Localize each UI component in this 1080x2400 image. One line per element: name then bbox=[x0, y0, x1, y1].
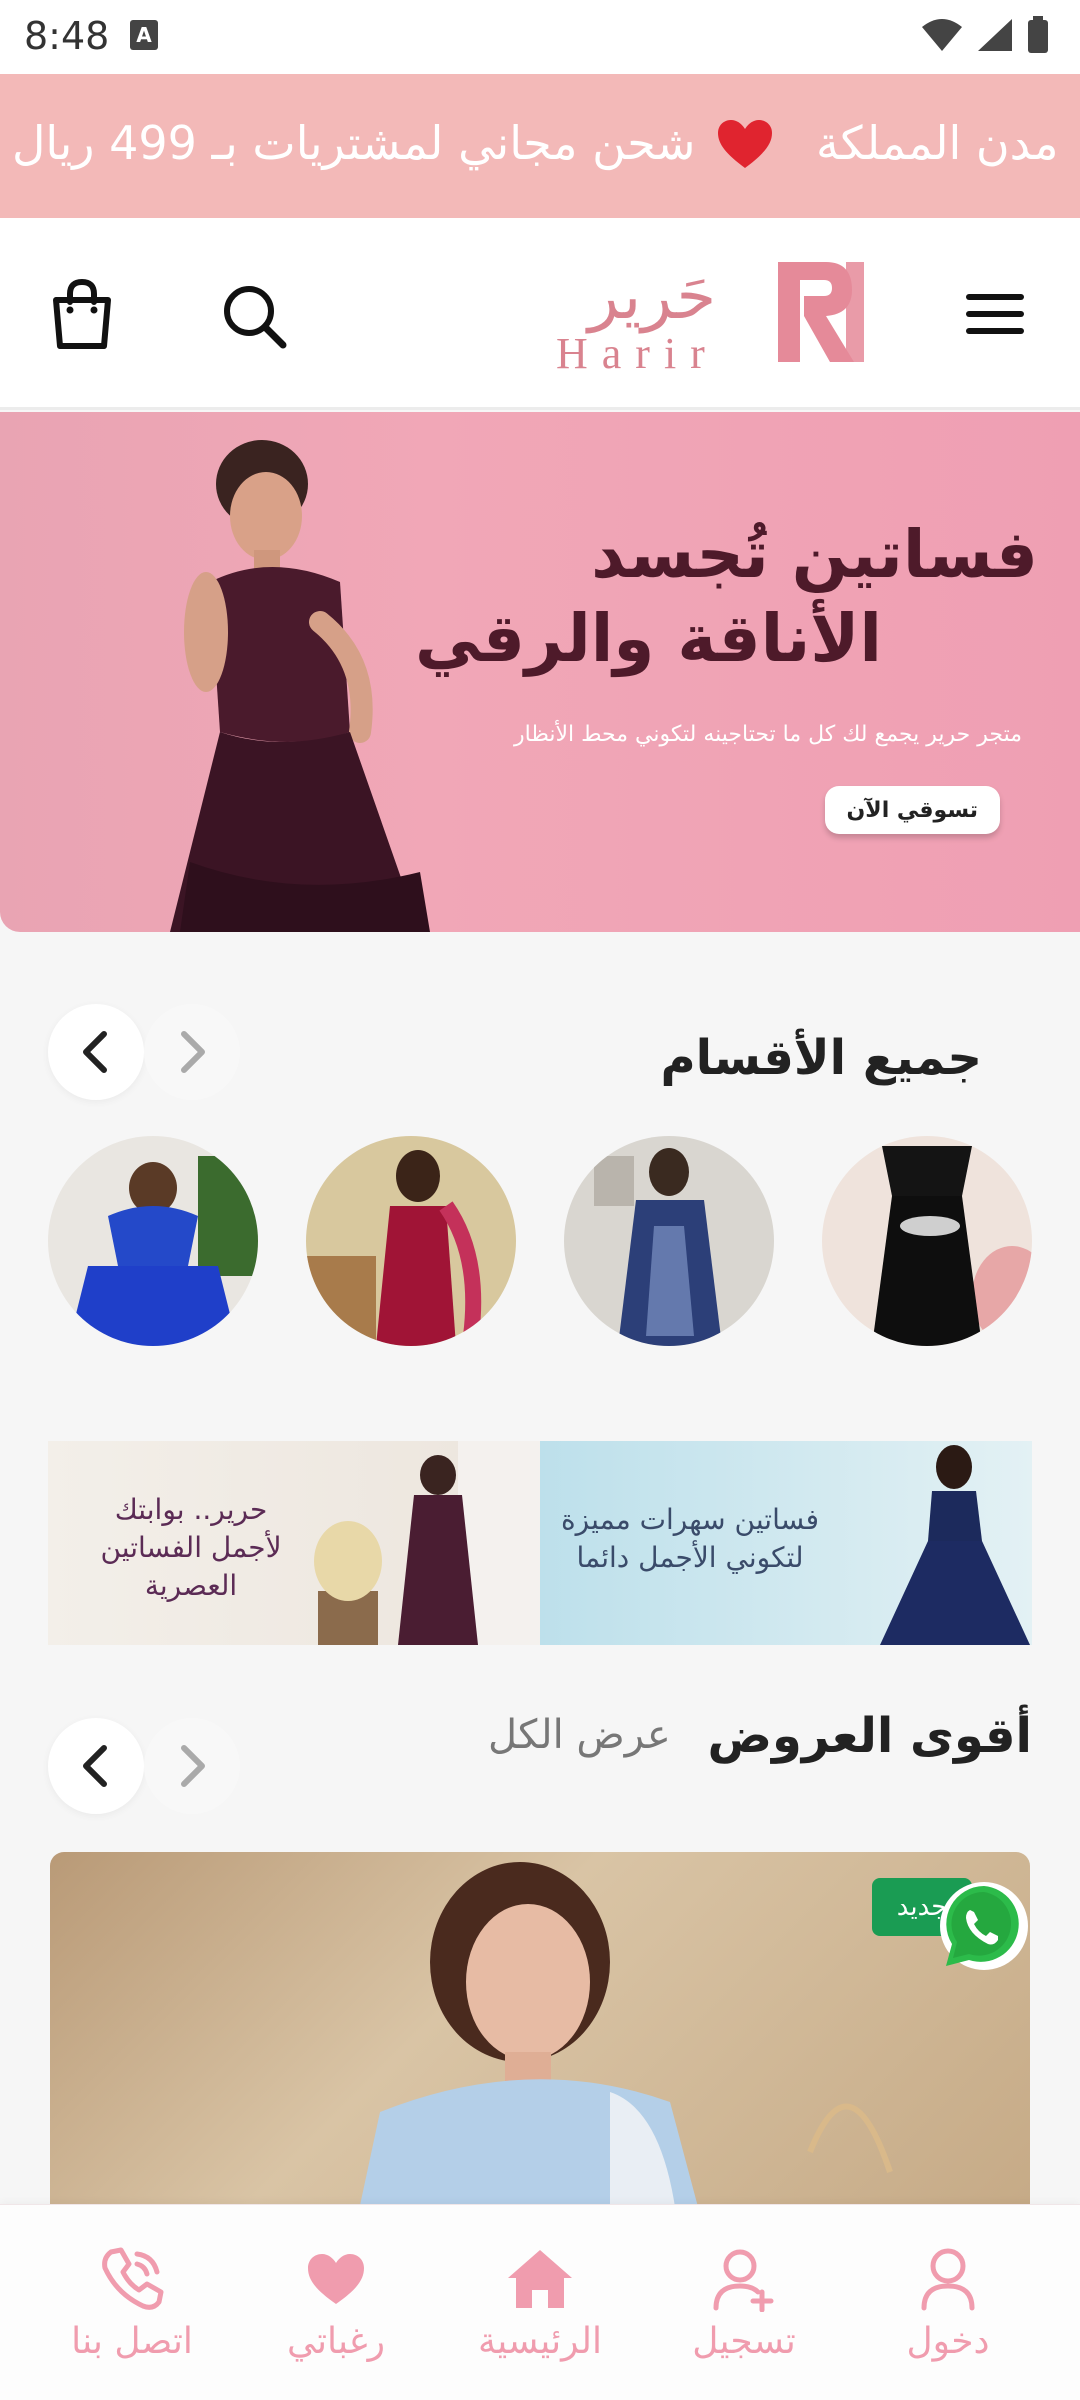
whatsapp-icon bbox=[940, 1882, 1028, 1970]
cart-button[interactable] bbox=[44, 272, 120, 356]
menu-button[interactable] bbox=[958, 284, 1032, 344]
nav-login[interactable]: دخول bbox=[848, 2205, 1048, 2400]
search-icon bbox=[224, 286, 287, 349]
category-item[interactable] bbox=[564, 1136, 774, 1346]
logo-mark-icon bbox=[778, 262, 864, 362]
promo-tile-line2: لأجمل الفساتين العصرية bbox=[100, 1531, 282, 1602]
app-header: حَرير Harir bbox=[0, 218, 1080, 410]
chevron-right-icon bbox=[181, 1031, 205, 1073]
categories-title: جميع الأقسام bbox=[660, 1030, 982, 1086]
promo-message: شحن مجاني لمشتريات بـ 499 ريال bbox=[12, 116, 696, 170]
promo-tile-image bbox=[880, 1445, 1030, 1645]
nav-login-label: دخول bbox=[906, 2321, 990, 2362]
promo-tile-text: فساتين سهرات مميزة لتكوني الأجمل دائما bbox=[540, 1501, 840, 1577]
chevron-right-icon bbox=[181, 1745, 205, 1787]
offers-prev-button[interactable] bbox=[48, 1718, 144, 1814]
chevron-left-icon bbox=[83, 1031, 107, 1073]
category-item[interactable] bbox=[306, 1136, 516, 1346]
nav-wishlist-label: رغباتي bbox=[286, 2321, 386, 2362]
offers-next-button[interactable] bbox=[144, 1718, 240, 1814]
nav-wishlist[interactable]: رغباتي bbox=[236, 2205, 436, 2400]
category-image bbox=[564, 1136, 774, 1346]
offers-title: أقوى العروض bbox=[707, 1708, 1032, 1764]
wifi-icon bbox=[922, 19, 962, 51]
user-icon bbox=[921, 2248, 975, 2311]
hamburger-menu-icon bbox=[966, 294, 1024, 334]
hero-title-line2: الأناقة والرقي bbox=[414, 600, 882, 677]
bottom-navigation: اتصل بنا رغباتي الرئيسية تسجيل دخول bbox=[0, 2204, 1080, 2400]
user-plus-icon bbox=[713, 2249, 774, 2312]
categories-prev-button[interactable] bbox=[48, 1004, 144, 1100]
hero-banner[interactable]: فساتين تُجسد الأناقة والرقي متجر حرير يج… bbox=[0, 412, 1080, 932]
hero-subtitle: متجر حرير يجمع لك كل ما تحتاجينه لتكوني … bbox=[514, 722, 1022, 747]
view-all-link[interactable]: عرض الكل bbox=[488, 1712, 671, 1758]
promo-tile-image bbox=[314, 1441, 540, 1645]
promo-tile-line1: فساتين سهرات مميزة bbox=[561, 1503, 819, 1536]
promo-tile-modern-dresses[interactable]: حرير.. بوابتك لأجمل الفساتين العصرية bbox=[48, 1441, 540, 1645]
heart-icon bbox=[308, 2254, 364, 2304]
logo-latin: Harir bbox=[556, 329, 719, 378]
brand-logo[interactable]: حَرير Harir bbox=[552, 256, 882, 378]
logo-arabic: حَرير bbox=[588, 260, 716, 334]
nav-contact-label: اتصل بنا bbox=[71, 2321, 193, 2362]
category-item[interactable] bbox=[48, 1136, 258, 1346]
promo-tile-line1: حرير.. بوابتك bbox=[114, 1493, 268, 1526]
promo-banner: شحن مجاني لمشتريات بـ 499 ريال مدن الممل… bbox=[0, 74, 1080, 218]
search-button[interactable] bbox=[216, 278, 292, 354]
chevron-left-icon bbox=[83, 1745, 107, 1787]
whatsapp-button[interactable] bbox=[932, 1876, 1032, 1976]
category-image bbox=[822, 1136, 1032, 1346]
promo-tile-text: حرير.. بوابتك لأجمل الفساتين العصرية bbox=[66, 1491, 316, 1605]
status-icons bbox=[920, 16, 1050, 54]
status-time: 8:48 bbox=[24, 14, 110, 58]
hero-title-line1: فساتين تُجسد bbox=[591, 516, 1038, 593]
phone-call-icon bbox=[102, 2247, 164, 2310]
category-image bbox=[48, 1136, 258, 1346]
notification-icon: A bbox=[130, 20, 158, 50]
promo-tile-line2: لتكوني الأجمل دائما bbox=[576, 1541, 804, 1574]
nav-home-label: الرئيسية bbox=[478, 2321, 602, 2362]
shopping-bag-icon bbox=[53, 278, 111, 349]
category-image bbox=[306, 1136, 516, 1346]
nav-register[interactable]: تسجيل bbox=[644, 2205, 844, 2400]
nav-home[interactable]: الرئيسية bbox=[440, 2205, 640, 2400]
category-item[interactable] bbox=[822, 1136, 1032, 1346]
battery-icon bbox=[1028, 16, 1048, 53]
promo-message-cut: مدن المملكة bbox=[816, 116, 1059, 170]
home-icon bbox=[508, 2250, 572, 2308]
shop-now-button[interactable]: تسوقي الآن bbox=[824, 786, 1000, 834]
promo-tile-evening-dresses[interactable]: فساتين سهرات مميزة لتكوني الأجمل دائما bbox=[540, 1441, 1032, 1645]
categories-next-button[interactable] bbox=[144, 1004, 240, 1100]
nav-register-label: تسجيل bbox=[692, 2321, 796, 2362]
nav-contact[interactable]: اتصل بنا bbox=[32, 2205, 232, 2400]
status-bar: 8:48 A bbox=[0, 0, 1080, 74]
signal-icon bbox=[978, 19, 1012, 51]
heart-icon bbox=[718, 120, 772, 168]
model-image bbox=[170, 440, 430, 932]
